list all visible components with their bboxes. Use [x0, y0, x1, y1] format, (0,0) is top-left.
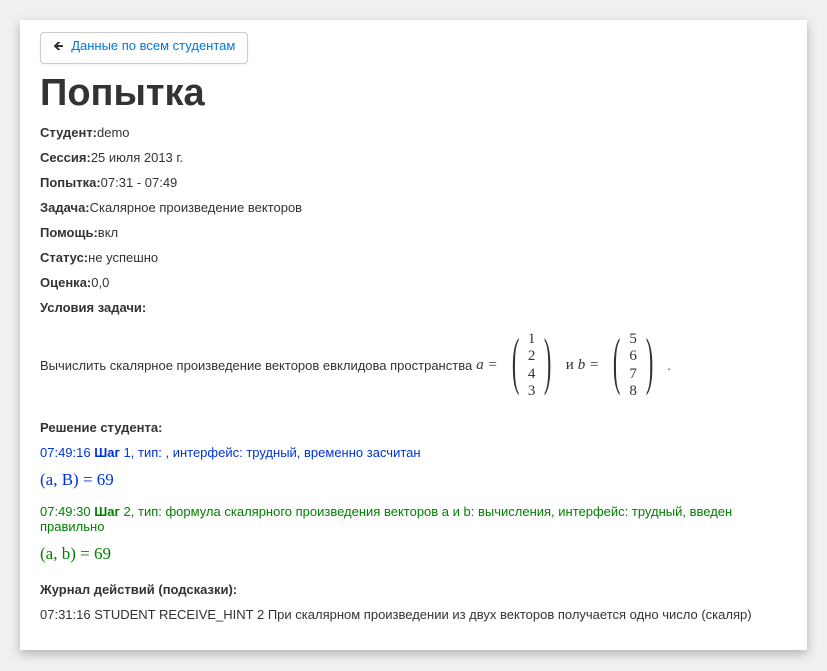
meta-session: Сессия:25 июля 2013 г.: [40, 150, 787, 165]
meta-score-value: 0,0: [91, 275, 109, 290]
page-container: 🡸 Данные по всем студентам Попытка Студе…: [20, 20, 807, 650]
vector-b-values: 5 6 7 8: [627, 329, 639, 402]
vector-a-values: 1 2 4 3: [526, 329, 538, 402]
meta-attempt-value: 07:31 - 07:49: [101, 175, 178, 190]
step1-time: 07:49:16: [40, 445, 94, 460]
problem-suffix: .: [667, 358, 671, 373]
problem-connector: и: [566, 357, 574, 374]
meta-help-value: вкл: [98, 225, 118, 240]
solution-header: Решение студента:: [40, 420, 787, 435]
meta-student-value: demo: [97, 125, 130, 140]
back-button[interactable]: 🡸 Данные по всем студентам: [40, 32, 248, 64]
log-entry: 07:31:16 STUDENT RECEIVE_HINT 2 При скал…: [40, 607, 787, 622]
step1-rest: 1, тип: , интерфейс: трудный, временно з…: [120, 445, 421, 460]
meta-help-label: Помощь:: [40, 225, 98, 240]
meta-task-value: Скалярное произведение векторов: [90, 200, 302, 215]
step1-word: Шаг: [94, 445, 120, 460]
meta-session-value: 25 июля 2013 г.: [91, 150, 183, 165]
back-button-label: Данные по всем студентам: [71, 38, 235, 53]
paren-left-icon: (: [511, 329, 518, 402]
meta-status-value: не успешно: [88, 250, 158, 265]
paren-right-icon: ): [646, 329, 653, 402]
meta-score: Оценка:0,0: [40, 275, 787, 290]
step1-formula: (a, B) = 69: [40, 470, 787, 490]
meta-student: Студент:demo: [40, 125, 787, 140]
meta-attempt-label: Попытка:: [40, 175, 101, 190]
meta-help: Помощь:вкл: [40, 225, 787, 240]
solution-step-1[interactable]: 07:49:16 Шаг 1, тип: , интерфейс: трудны…: [40, 445, 787, 460]
page-title: Попытка: [40, 72, 787, 115]
vector-a-label: a =: [476, 357, 497, 374]
arrow-left-icon: 🡸: [53, 38, 64, 53]
meta-conditions: Условия задачи:: [40, 300, 787, 315]
step2-rest: 2, тип: формула скалярного произведения …: [40, 504, 732, 534]
meta-status-label: Статус:: [40, 250, 88, 265]
vector-b: ( 5 6 7 8 ): [606, 329, 660, 402]
meta-student-label: Студент:: [40, 125, 97, 140]
problem-statement: Вычислить скалярное произведение векторо…: [40, 329, 787, 402]
step2-formula: (a, b) = 69: [40, 544, 787, 564]
paren-left-icon: (: [613, 329, 620, 402]
meta-attempt: Попытка:07:31 - 07:49: [40, 175, 787, 190]
meta-session-label: Сессия:: [40, 150, 91, 165]
solution-step-2[interactable]: 07:49:30 Шаг 2, тип: формула скалярного …: [40, 504, 787, 534]
meta-task-label: Задача:: [40, 200, 90, 215]
meta-status: Статус:не успешно: [40, 250, 787, 265]
step2-time: 07:49:30: [40, 504, 94, 519]
meta-score-label: Оценка:: [40, 275, 91, 290]
step2-word: Шаг: [94, 504, 120, 519]
vector-a: ( 1 2 4 3 ): [505, 329, 559, 402]
meta-conditions-label: Условия задачи:: [40, 300, 146, 315]
vector-b-label: b =: [578, 357, 599, 374]
meta-task: Задача:Скалярное произведение векторов: [40, 200, 787, 215]
log-header: Журнал действий (подсказки):: [40, 582, 787, 597]
paren-right-icon: ): [544, 329, 551, 402]
problem-prefix: Вычислить скалярное произведение векторо…: [40, 358, 472, 373]
